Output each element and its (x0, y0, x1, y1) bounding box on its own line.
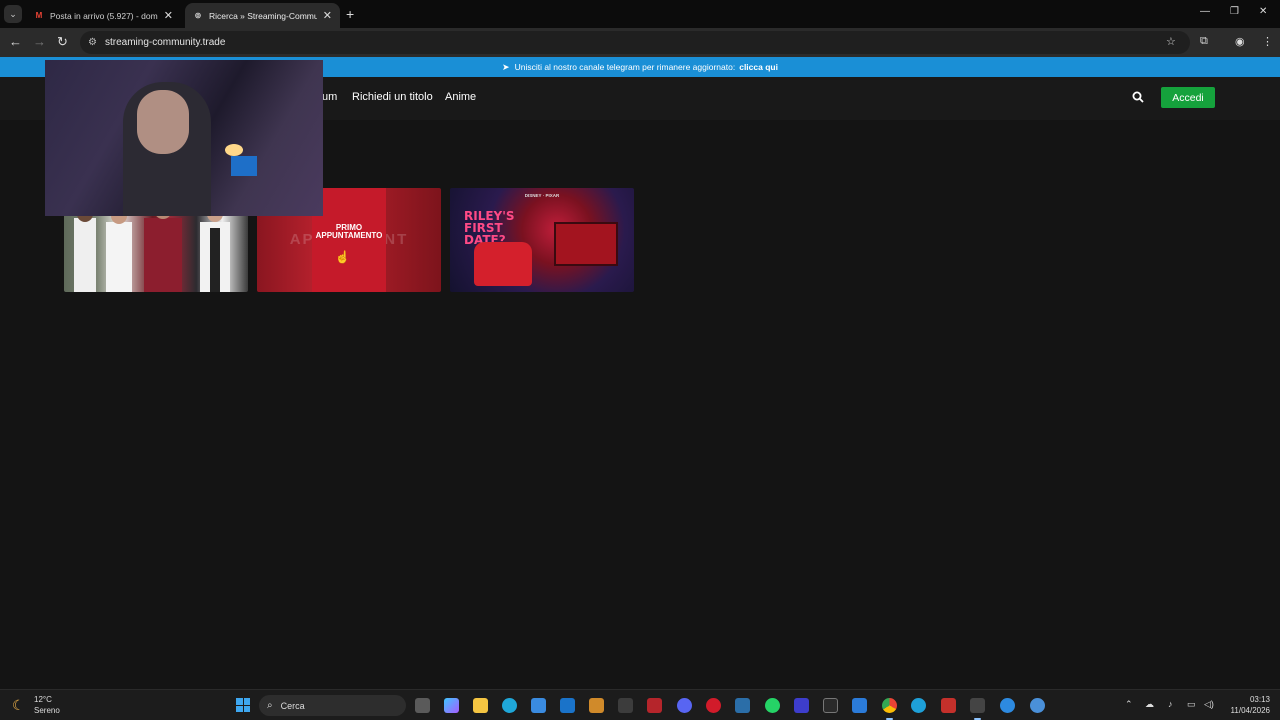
nav-link-request-title[interactable]: Richiedi un titolo (352, 91, 433, 103)
volume-icon[interactable]: ◁) (1204, 699, 1214, 710)
webcam-face (137, 90, 189, 154)
opera-icon[interactable] (706, 698, 721, 713)
search-icon[interactable] (1132, 91, 1144, 106)
banner-link[interactable]: clicca qui (739, 62, 778, 72)
file-explorer-icon[interactable] (473, 698, 488, 713)
whatsapp-icon[interactable] (765, 698, 780, 713)
tab-title: Posta in arrivo (5.927) - domeni (50, 10, 158, 21)
app-icon-qb[interactable] (1030, 698, 1045, 713)
chrome-icon[interactable] (882, 698, 897, 720)
tab-gmail[interactable]: M Posta in arrivo (5.927) - domeni ✕ (26, 3, 181, 28)
new-tab-icon[interactable]: + (346, 6, 354, 22)
epic-games-icon[interactable] (823, 698, 838, 713)
site-info-icon[interactable]: ⚙ (88, 37, 97, 48)
window-close-icon[interactable]: ✕ (1259, 6, 1267, 17)
webcam-lamp (225, 144, 243, 156)
telegram-icon: ➤ (502, 61, 510, 72)
minimize-icon[interactable]: — (1200, 6, 1210, 17)
reload-icon[interactable]: ↻ (57, 34, 68, 50)
anger-character (474, 242, 532, 286)
app-icon-folder[interactable] (589, 698, 604, 713)
app-icon-pen[interactable] (970, 698, 985, 720)
extensions-icon[interactable]: ⧉ (1200, 35, 1208, 48)
address-bar[interactable]: ⚙ streaming-community.trade (80, 31, 1190, 54)
app-icon-l[interactable] (735, 698, 750, 713)
discord-icon[interactable] (677, 698, 692, 713)
heart-shape (312, 188, 386, 292)
microphone-icon[interactable]: ♪ (1168, 699, 1173, 709)
result-3-screen (554, 222, 618, 266)
tab-streaming[interactable]: ⊚ Ricerca » Streaming-Communit ✕ (185, 3, 340, 28)
taskbar-search-label: Cerca (280, 700, 305, 711)
url-text: streaming-community.trade (104, 37, 226, 48)
result-3-title: RILEY'S FIRST DATE? (464, 209, 515, 247)
cursor-hand-icon: ☝ (335, 250, 350, 264)
restore-icon[interactable]: ❐ (1230, 6, 1239, 17)
weather-condition[interactable]: Sereno (34, 706, 60, 715)
browser-toolbar: ← → ↻ ⚙ streaming-community.trade ☆ ⧉ ◉ … (0, 28, 1280, 57)
clock-date[interactable]: 11/04/2026 (1220, 706, 1270, 715)
taskbar-search-icon: ⌕ (267, 700, 273, 711)
terminal-icon[interactable] (618, 698, 633, 713)
tray-chevron-icon[interactable]: ⌃ (1125, 699, 1133, 710)
result-2-title: PRIMO APPUNTAMENTO (315, 223, 383, 240)
streaming-icon: ⊚ (194, 11, 202, 20)
clock-time[interactable]: 03:13 (1230, 695, 1270, 704)
gmail-icon: M (35, 11, 43, 20)
ea-icon[interactable] (794, 698, 809, 713)
result-card-3[interactable]: DISNEY · PIXAR RILEY'S FIRST DATE? (450, 188, 634, 292)
back-icon[interactable]: ← (9, 34, 22, 49)
nav-link-partial[interactable]: um (322, 91, 337, 103)
banner-text: Unisciti al nostro canale telegram per r… (514, 62, 736, 72)
vscode-icon[interactable] (852, 698, 867, 713)
onedrive-icon[interactable]: ☁ (1145, 699, 1154, 710)
start-icon[interactable] (236, 698, 250, 712)
tab-close-icon[interactable]: ✕ (323, 9, 332, 22)
copilot-icon[interactable] (444, 698, 459, 713)
weather-temperature[interactable]: 12°C (34, 695, 52, 704)
menu-kebab-icon[interactable]: ⋮ (1262, 35, 1273, 48)
taskbar-search[interactable]: ⌕ Cerca (259, 695, 406, 716)
webcam-overlay (45, 60, 323, 216)
app-icon-blue[interactable] (1000, 698, 1015, 713)
store-icon[interactable] (531, 698, 546, 713)
tab-search-chevron-icon[interactable]: ⌄ (4, 5, 22, 23)
filezilla-icon[interactable] (647, 698, 662, 713)
tab-close-icon[interactable]: ✕ (164, 9, 173, 22)
tab-title: Ricerca » Streaming-Communit (209, 10, 317, 21)
nav-link-anime[interactable]: Anime (445, 91, 476, 103)
network-icon[interactable]: ▭ (1187, 699, 1196, 710)
outlook-icon[interactable] (560, 698, 575, 713)
windows-taskbar: ☾ 12°C Sereno ⌕ Cerca ⌃ ☁ ♪ ▭ ◁) 03:13 1… (0, 689, 1280, 720)
weather-moon-icon[interactable]: ☾ (12, 697, 25, 714)
browser-tab-strip: ⌄ M Posta in arrivo (5.927) - domeni ✕ ⊚… (0, 0, 1280, 28)
login-button[interactable]: Accedi (1161, 87, 1215, 108)
telegram-app-icon[interactable] (911, 698, 926, 713)
forward-icon[interactable]: → (33, 34, 46, 49)
bookmark-star-icon[interactable]: ☆ (1166, 35, 1176, 48)
webcam-monitor (231, 156, 257, 176)
task-view-icon[interactable] (415, 698, 430, 713)
result-3-brand: DISNEY · PIXAR (524, 193, 560, 198)
edge-icon[interactable] (502, 698, 517, 713)
profile-avatar-icon[interactable]: ◉ (1235, 35, 1245, 48)
app-icon-red[interactable] (941, 698, 956, 713)
